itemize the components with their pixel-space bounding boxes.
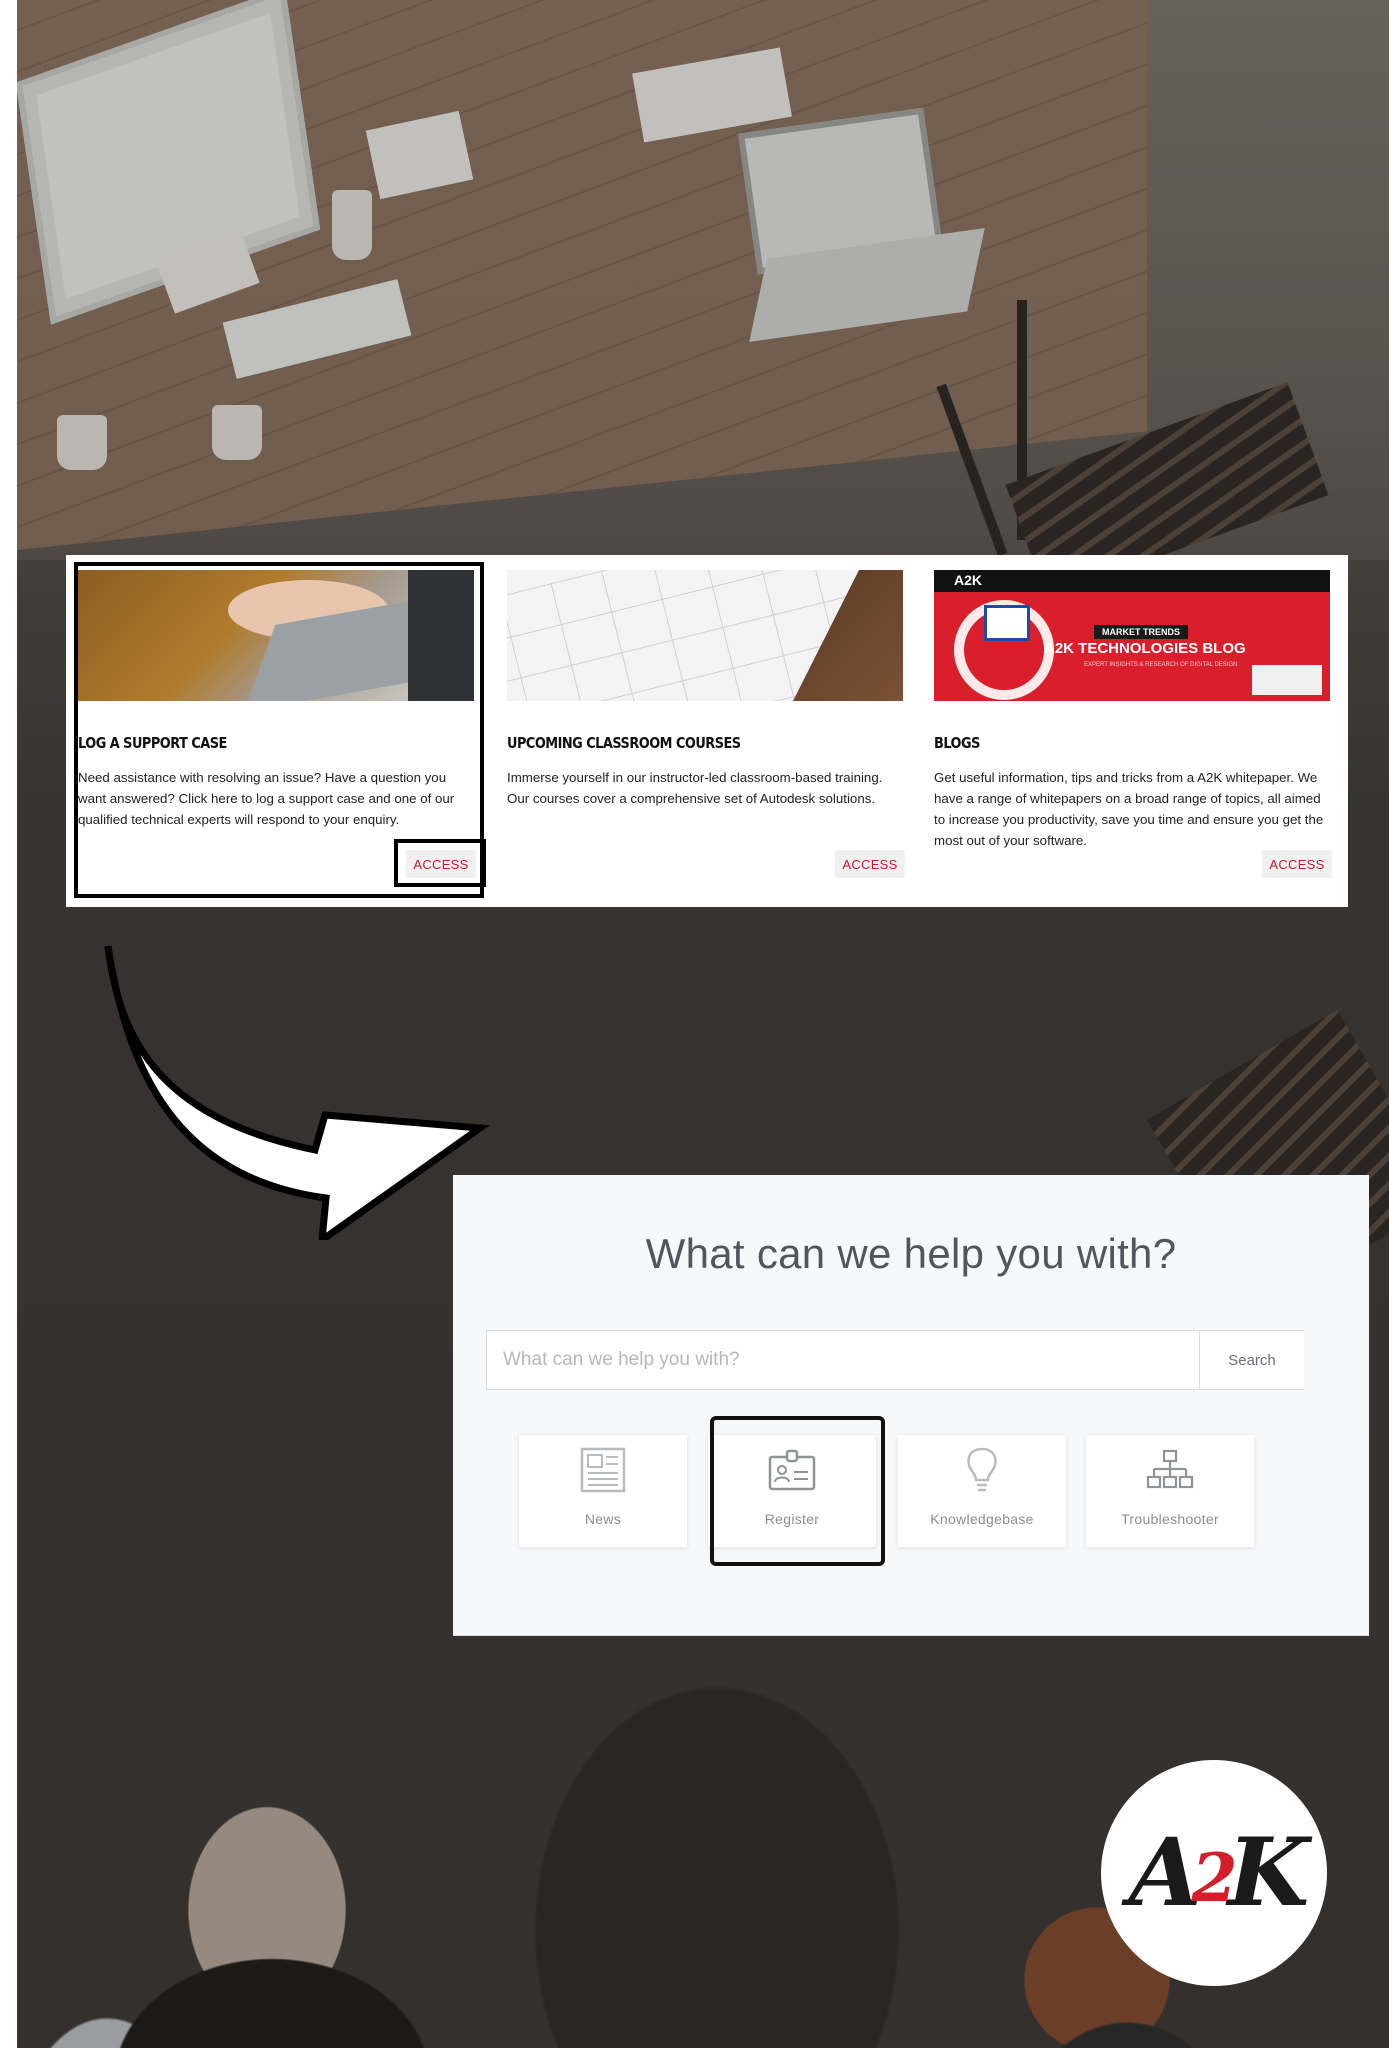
- newspaper-icon: [519, 1445, 687, 1503]
- classroom-courses-card: UPCOMING CLASSROOM COURSES Immerse yours…: [507, 570, 905, 900]
- banner-title: A2K TECHNOLOGIES BLOG: [1044, 640, 1246, 657]
- tile-label: Knowledgebase: [930, 1511, 1034, 1527]
- a2k-logo: A2K: [1101, 1760, 1327, 1986]
- tile-label: Troubleshooter: [1121, 1511, 1219, 1527]
- blog-banner-image: A2K MARKET TRENDS A2K TECHNOLOGIES BLOG …: [934, 570, 1330, 701]
- help-search-panel: What can we help you with? Search News: [453, 1175, 1369, 1636]
- search-bar: Search: [486, 1330, 1304, 1390]
- card-title: UPCOMING CLASSROOM COURSES: [507, 734, 741, 752]
- card-text: Immerse yourself in our instructor-led c…: [507, 770, 883, 806]
- access-button-highlight: [394, 839, 486, 887]
- courses-access-button[interactable]: ACCESS: [835, 850, 905, 878]
- blogs-access-button[interactable]: ACCESS: [1262, 850, 1332, 878]
- card-text: Get useful information, tips and tricks …: [934, 770, 1324, 848]
- banner-logo: A2K: [954, 572, 983, 588]
- tile-label: News: [584, 1511, 622, 1527]
- knowledgebase-tile[interactable]: Knowledgebase: [898, 1435, 1066, 1547]
- card-title: BLOGS: [934, 734, 980, 752]
- help-heading: What can we help you with?: [645, 1230, 1177, 1277]
- banner-subtitle: EXPERT INSIGHTS & RESEARCH OF DIGITAL DE…: [1084, 662, 1238, 668]
- a2k-logo-text: A2K: [1128, 1818, 1310, 1928]
- search-input[interactable]: [487, 1331, 1197, 1389]
- calendar-photo: [507, 570, 903, 701]
- curved-arrow-icon: [104, 945, 490, 1240]
- search-button[interactable]: Search: [1199, 1331, 1304, 1389]
- sitemap-icon: [1086, 1445, 1254, 1503]
- news-tile[interactable]: News: [519, 1435, 687, 1547]
- troubleshooter-tile[interactable]: Troubleshooter: [1086, 1435, 1254, 1547]
- blogs-card: A2K MARKET TRENDS A2K TECHNOLOGIES BLOG …: [934, 570, 1332, 900]
- banner-tag: MARKET TRENDS: [1094, 625, 1188, 639]
- lightbulb-icon: [898, 1445, 1066, 1503]
- register-tile-highlight: [710, 1416, 885, 1566]
